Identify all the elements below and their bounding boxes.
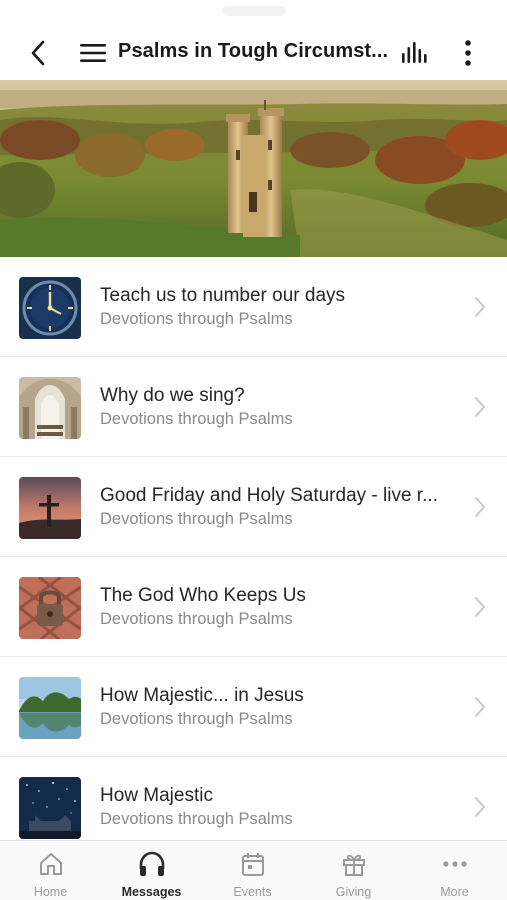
- list-item[interactable]: How Majestic... in Jesus Devotions throu…: [0, 657, 507, 757]
- chevron-right-icon: [475, 297, 485, 317]
- list-item[interactable]: How Majestic Devotions through Psalms: [0, 757, 507, 840]
- tab-label: Events: [233, 885, 272, 899]
- list-item[interactable]: Good Friday and Holy Saturday - live r..…: [0, 457, 507, 557]
- back-button[interactable]: [26, 38, 50, 68]
- item-title: Why do we sing?: [100, 385, 245, 406]
- list-item[interactable]: The God Who Keeps Us Devotions through P…: [0, 557, 507, 657]
- thumbnail-padlock: [19, 577, 81, 639]
- list-item[interactable]: Teach us to number our days Devotions th…: [0, 257, 507, 357]
- thumbnail-lake-reflection: [19, 677, 81, 739]
- more-options-button[interactable]: [456, 37, 480, 69]
- tab-label: Home: [33, 885, 68, 899]
- tab-label: Giving: [335, 885, 372, 899]
- item-subtitle: Devotions through Psalms: [100, 810, 293, 828]
- chevron-right-icon: [475, 397, 485, 417]
- item-subtitle: Devotions through Psalms: [100, 410, 293, 428]
- hamburger-icon: [80, 44, 106, 62]
- hero-image: [0, 80, 507, 257]
- list-item[interactable]: Why do we sing? Devotions through Psalms: [0, 357, 507, 457]
- thumbnail-clock: [19, 277, 81, 339]
- vertical-dots-icon: [465, 40, 471, 66]
- item-subtitle: Devotions through Psalms: [100, 510, 293, 528]
- tab-events[interactable]: Events: [202, 841, 303, 900]
- item-subtitle: Devotions through Psalms: [100, 710, 293, 728]
- home-icon: [40, 853, 62, 875]
- horizontal-dots-icon: [443, 861, 467, 867]
- gift-icon: [343, 854, 365, 876]
- chevron-right-icon: [475, 797, 485, 817]
- audio-bars-icon: [402, 42, 427, 63]
- tab-giving[interactable]: Giving: [303, 841, 404, 900]
- thumbnail-starry-night: [19, 777, 81, 839]
- status-notch: [222, 6, 286, 16]
- chevron-left-icon: [31, 40, 45, 66]
- bottom-tab-bar: Home Messages Events Giving More: [0, 840, 507, 900]
- calendar-icon: [242, 853, 264, 876]
- item-subtitle: Devotions through Psalms: [100, 310, 293, 328]
- status-bar: [0, 0, 507, 26]
- thumbnail-church-interior: [19, 377, 81, 439]
- tab-messages[interactable]: Messages: [101, 841, 202, 900]
- tab-more[interactable]: More: [404, 841, 505, 900]
- item-subtitle: Devotions through Psalms: [100, 610, 293, 628]
- tab-label: Messages: [121, 885, 182, 899]
- chevron-right-icon: [475, 497, 485, 517]
- message-list: Teach us to number our days Devotions th…: [0, 257, 507, 840]
- thumbnail-cross-sunset: [19, 477, 81, 539]
- item-title: Teach us to number our days: [100, 285, 346, 306]
- header-bar: Psalms in Tough Circumst...: [0, 26, 507, 80]
- item-title: How Majestic: [100, 785, 213, 806]
- chevron-right-icon: [475, 697, 485, 717]
- chevron-right-icon: [475, 597, 485, 617]
- tab-home[interactable]: Home: [0, 841, 101, 900]
- audio-button[interactable]: [400, 39, 432, 67]
- item-title: Good Friday and Holy Saturday - live r..…: [100, 485, 438, 506]
- tab-label: More: [440, 885, 469, 899]
- page-title: Psalms in Tough Circumst...: [118, 40, 389, 62]
- item-title: How Majestic... in Jesus: [100, 685, 304, 706]
- item-title: The God Who Keeps Us: [100, 585, 306, 606]
- castle-landscape-image: [0, 80, 507, 257]
- headphones-icon: [139, 851, 165, 876]
- menu-button[interactable]: [78, 39, 108, 67]
